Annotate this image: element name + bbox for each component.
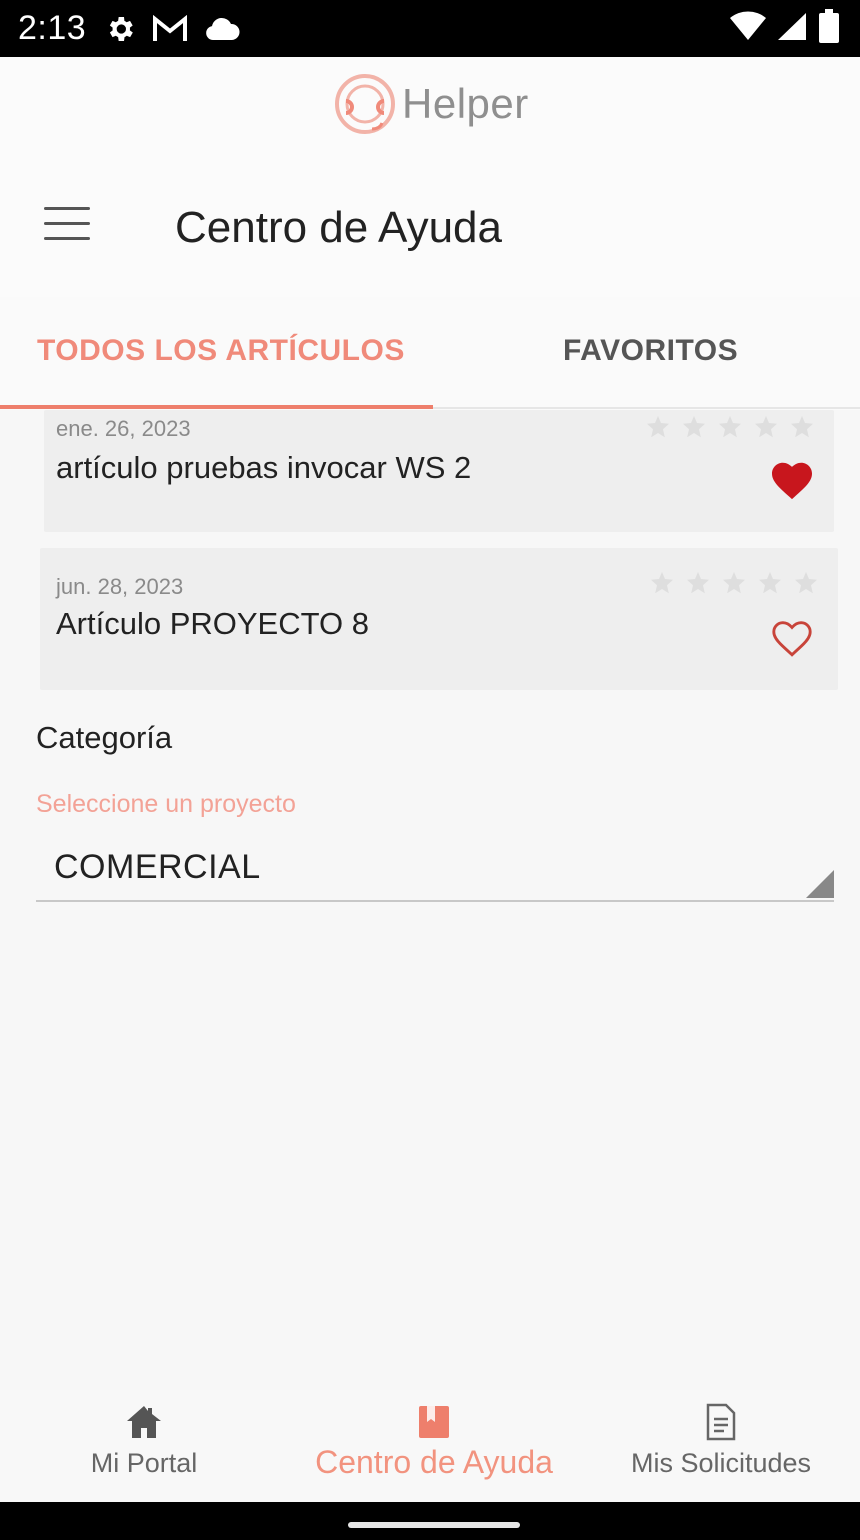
nav-label: Mis Solicitudes — [630, 1448, 812, 1478]
project-select-value: COMERCIAL — [54, 848, 261, 886]
project-select-hint: Seleccione un proyecto — [36, 790, 296, 818]
nav-label: Mi Portal — [90, 1448, 198, 1478]
helper-logo-icon — [335, 74, 395, 134]
favorite-heart-outline-icon[interactable] — [770, 618, 814, 658]
select-underline — [36, 900, 834, 902]
nav-label: Centro de Ayuda — [315, 1444, 553, 1480]
rating-stars — [648, 572, 820, 594]
favorite-heart-filled-icon[interactable] — [770, 460, 814, 500]
gear-icon — [104, 13, 136, 45]
star-icon — [756, 572, 784, 594]
star-icon — [644, 416, 672, 438]
home-gesture-bar[interactable] — [348, 1522, 520, 1528]
status-time: 2:13 — [18, 9, 87, 47]
app-header: Helper Centro de Ayuda — [0, 57, 860, 297]
star-icon — [720, 572, 748, 594]
battery-icon — [818, 9, 840, 48]
article-title: Artículo PROYECTO 8 — [56, 606, 369, 641]
tab-all-articles[interactable]: TODOS LOS ARTÍCULOS — [37, 297, 405, 405]
dropdown-arrow-icon — [806, 870, 834, 898]
category-label: Categoría — [36, 720, 173, 755]
home-icon — [125, 1404, 163, 1440]
book-icon — [417, 1404, 451, 1440]
hamburger-icon — [44, 207, 90, 210]
document-icon — [705, 1403, 737, 1441]
article-date: ene. 26, 2023 — [56, 416, 191, 441]
article-card[interactable]: jun. 28, 2023 Artículo PROYECTO 8 — [40, 548, 838, 690]
star-icon — [752, 416, 780, 438]
star-icon — [648, 572, 676, 594]
system-nav-bar — [0, 1502, 860, 1540]
project-select[interactable]: COMERCIAL — [36, 838, 834, 902]
tab-bar: TODOS LOS ARTÍCULOS FAVORITOS — [0, 297, 860, 410]
star-icon — [788, 416, 816, 438]
status-bar: 2:13 — [0, 0, 860, 57]
nav-centro-de-ayuda[interactable]: Centro de Ayuda — [300, 1390, 568, 1502]
nav-mi-portal[interactable]: Mi Portal — [72, 1390, 216, 1502]
tab-favorites[interactable]: FAVORITOS — [563, 297, 738, 405]
gmail-icon — [152, 14, 188, 43]
article-date: jun. 28, 2023 — [56, 574, 184, 599]
cloud-icon — [204, 16, 240, 42]
signal-icon — [776, 11, 808, 46]
wifi-icon — [730, 11, 766, 46]
star-icon — [716, 416, 744, 438]
tab-indicator — [0, 405, 433, 409]
logo-text: Helper — [402, 80, 529, 127]
nav-mis-solicitudes[interactable]: Mis Solicitudes — [614, 1390, 828, 1502]
article-title: artículo pruebas invocar WS 2 — [56, 450, 472, 485]
star-icon — [684, 572, 712, 594]
rating-stars — [644, 416, 816, 438]
star-icon — [680, 416, 708, 438]
page-title: Centro de Ayuda — [175, 203, 502, 252]
menu-button[interactable] — [42, 207, 92, 243]
star-icon — [792, 572, 820, 594]
app-logo: Helper — [332, 71, 529, 137]
article-card[interactable]: ene. 26, 2023 artículo pruebas invocar W… — [44, 410, 834, 532]
bottom-nav: Mi Portal Centro de Ayuda Mis Solicitude… — [0, 1390, 860, 1502]
